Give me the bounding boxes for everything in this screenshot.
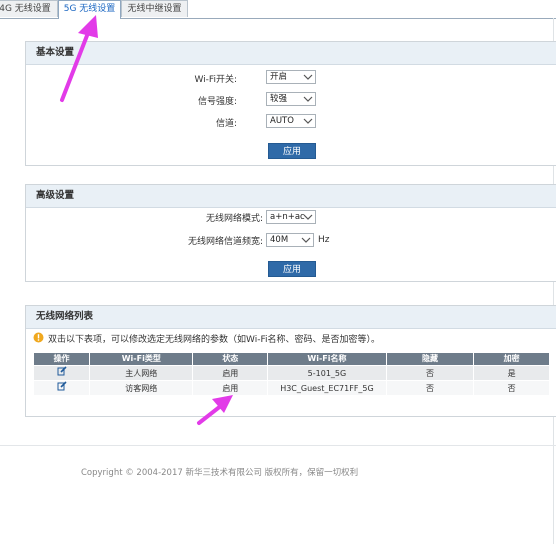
annotation-arrow-icon	[197, 395, 233, 425]
annotation-arrow-icon	[60, 15, 98, 102]
annotation-arrows	[60, 15, 233, 425]
